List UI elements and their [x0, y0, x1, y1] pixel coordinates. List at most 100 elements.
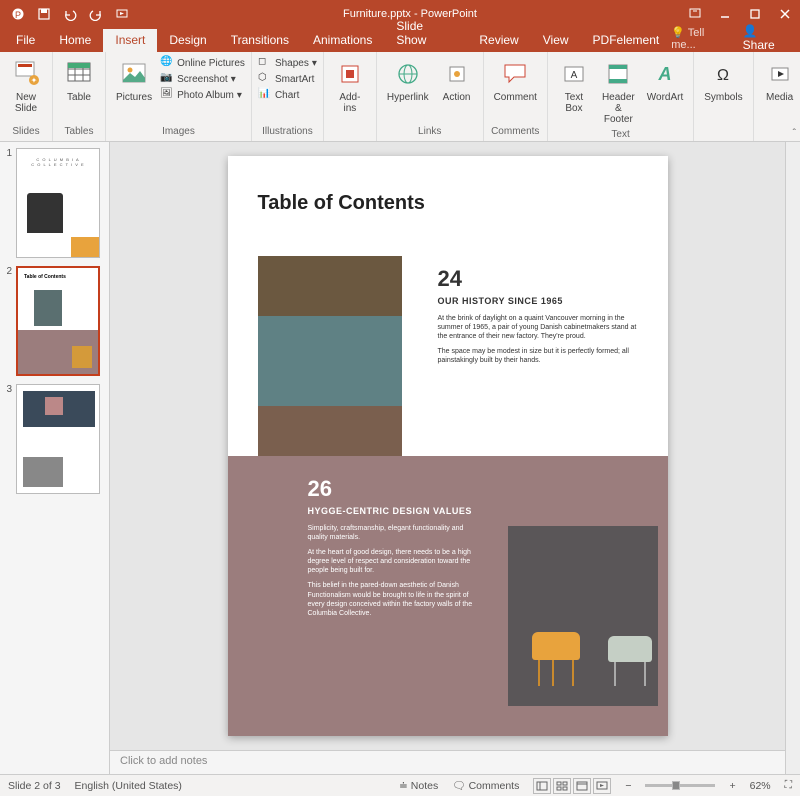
- svg-text:P: P: [15, 10, 21, 20]
- comment-label: Comment: [494, 92, 537, 103]
- sofa-image: [258, 256, 402, 456]
- group-tables: Tables: [65, 126, 94, 137]
- section-1: 24 OUR HISTORY SINCE 1965 At the brink o…: [438, 266, 638, 371]
- section-2-p3: This belief in the pared-down aesthetic …: [308, 581, 478, 617]
- group-comments: Comments: [491, 126, 539, 137]
- section-2-p2: At the heart of good design, there needs…: [308, 548, 478, 575]
- section-2-title: HYGGE-CENTRIC DESIGN VALUES: [308, 506, 478, 516]
- pictures-label: Pictures: [116, 92, 152, 103]
- media-label: Media: [766, 92, 793, 103]
- tab-home[interactable]: Home: [47, 29, 103, 52]
- notes-toggle-label: Notes: [411, 780, 438, 792]
- tab-view[interactable]: View: [531, 29, 581, 52]
- zoom-in[interactable]: +: [729, 780, 735, 792]
- fit-to-window-icon[interactable]: ⛶: [785, 779, 792, 792]
- tab-file[interactable]: File: [4, 29, 47, 52]
- wordart-button[interactable]: A WordArt: [643, 56, 688, 105]
- save-icon[interactable]: [34, 4, 54, 24]
- thumbnail-1[interactable]: C O L U M B I AC O L L E C T I V E: [16, 148, 100, 258]
- table-button[interactable]: Table: [59, 56, 99, 105]
- action-button[interactable]: Action: [437, 56, 477, 105]
- share-button[interactable]: 👤 Share: [743, 24, 792, 52]
- symbols-icon: Ω: [707, 58, 739, 90]
- new-slide-button[interactable]: ✦ New Slide: [6, 56, 46, 116]
- pictures-button[interactable]: Pictures: [112, 56, 156, 105]
- textbox-button[interactable]: A Text Box: [554, 56, 594, 116]
- chart-button[interactable]: 📊Chart: [258, 88, 317, 102]
- symbols-button[interactable]: Ω Symbols: [700, 56, 746, 105]
- tab-animations[interactable]: Animations: [301, 29, 384, 52]
- media-icon: [764, 58, 796, 90]
- addins-label: Add- ins: [339, 92, 360, 114]
- slide-canvas[interactable]: Table of Contents 24 OUR HISTORY SINCE 1…: [110, 142, 785, 750]
- tab-insert[interactable]: Insert: [103, 29, 157, 52]
- addins-button[interactable]: Add- ins: [330, 56, 370, 116]
- thumbnail-2[interactable]: Table of Contents: [16, 266, 100, 376]
- slideshow-view-icon[interactable]: [593, 778, 611, 794]
- online-pictures-button[interactable]: 🌐Online Pictures: [160, 56, 245, 70]
- new-slide-icon: ✦: [10, 58, 42, 90]
- slide-view: Table of Contents 24 OUR HISTORY SINCE 1…: [110, 142, 785, 774]
- hyperlink-icon: [392, 58, 424, 90]
- photo-album-button[interactable]: 🖼Photo Album ▾: [160, 88, 245, 102]
- smartart-icon: ⬡: [258, 72, 272, 86]
- zoom-slider[interactable]: [645, 784, 715, 787]
- notes-pane[interactable]: Click to add notes: [110, 750, 785, 774]
- table-icon: [63, 58, 95, 90]
- smartart-button[interactable]: ⬡SmartArt: [258, 72, 317, 86]
- notes-toggle[interactable]: ≐ Notes: [399, 780, 438, 792]
- textbox-icon: A: [558, 58, 590, 90]
- share-label: Share: [743, 38, 775, 52]
- vertical-scrollbar[interactable]: [785, 142, 800, 774]
- shapes-icon: ◻: [258, 56, 272, 70]
- comment-button[interactable]: Comment: [490, 56, 541, 105]
- reading-view-icon[interactable]: [573, 778, 591, 794]
- symbols-label: Symbols: [704, 92, 742, 103]
- zoom-out[interactable]: −: [625, 780, 631, 792]
- tab-review[interactable]: Review: [467, 29, 530, 52]
- group-links: Links: [418, 126, 441, 137]
- tab-slideshow[interactable]: Slide Show: [384, 15, 467, 52]
- section-2: 26 HYGGE-CENTRIC DESIGN VALUES Simplicit…: [308, 476, 478, 624]
- slide-title: Table of Contents: [258, 192, 425, 215]
- zoom-level[interactable]: 62%: [750, 780, 771, 792]
- undo-icon[interactable]: [60, 4, 80, 24]
- slide[interactable]: Table of Contents 24 OUR HISTORY SINCE 1…: [228, 156, 668, 736]
- online-pictures-label: Online Pictures: [177, 58, 245, 69]
- slide-indicator[interactable]: Slide 2 of 3: [8, 780, 61, 792]
- chart-icon: 📊: [258, 88, 272, 102]
- header-footer-icon: [602, 58, 634, 90]
- tab-pdfelement[interactable]: PDFelement: [581, 29, 672, 52]
- screenshot-icon: 📷: [160, 72, 174, 86]
- media-button[interactable]: Media: [760, 56, 800, 105]
- language-indicator[interactable]: English (United States): [75, 780, 182, 792]
- pictures-icon: [118, 58, 150, 90]
- slide-sorter-icon[interactable]: [553, 778, 571, 794]
- screenshot-button[interactable]: 📷Screenshot ▾: [160, 72, 245, 86]
- comments-toggle[interactable]: 🗨 Comments: [452, 779, 519, 792]
- redo-icon[interactable]: [86, 4, 106, 24]
- page-number-2: 26: [308, 476, 478, 502]
- tab-transitions[interactable]: Transitions: [219, 29, 301, 52]
- addins-icon: [334, 58, 366, 90]
- tell-me[interactable]: 💡 Tell me...: [671, 26, 730, 51]
- normal-view-icon[interactable]: [533, 778, 551, 794]
- collapse-ribbon-icon[interactable]: ˆ: [793, 128, 796, 139]
- wordart-label: WordArt: [647, 92, 684, 103]
- action-icon: [441, 58, 473, 90]
- chairs-image: [508, 526, 658, 706]
- group-illustrations: Illustrations: [262, 126, 313, 137]
- start-from-beginning-icon[interactable]: [112, 4, 132, 24]
- tab-design[interactable]: Design: [157, 29, 218, 52]
- thumb-number: 1: [4, 148, 12, 159]
- hyperlink-button[interactable]: Hyperlink: [383, 56, 433, 105]
- thumb-number: 2: [4, 266, 12, 277]
- thumbnail-3[interactable]: [16, 384, 100, 494]
- section-1-p1: At the brink of daylight on a quaint Van…: [438, 314, 638, 341]
- shapes-button[interactable]: ◻Shapes ▾: [258, 56, 317, 70]
- thumb-number: 3: [4, 384, 12, 395]
- screenshot-label: Screenshot: [177, 74, 228, 85]
- header-footer-button[interactable]: Header & Footer: [598, 56, 639, 127]
- app-icon[interactable]: P: [8, 4, 28, 24]
- content-area: 1 C O L U M B I AC O L L E C T I V E 2 T…: [0, 142, 800, 774]
